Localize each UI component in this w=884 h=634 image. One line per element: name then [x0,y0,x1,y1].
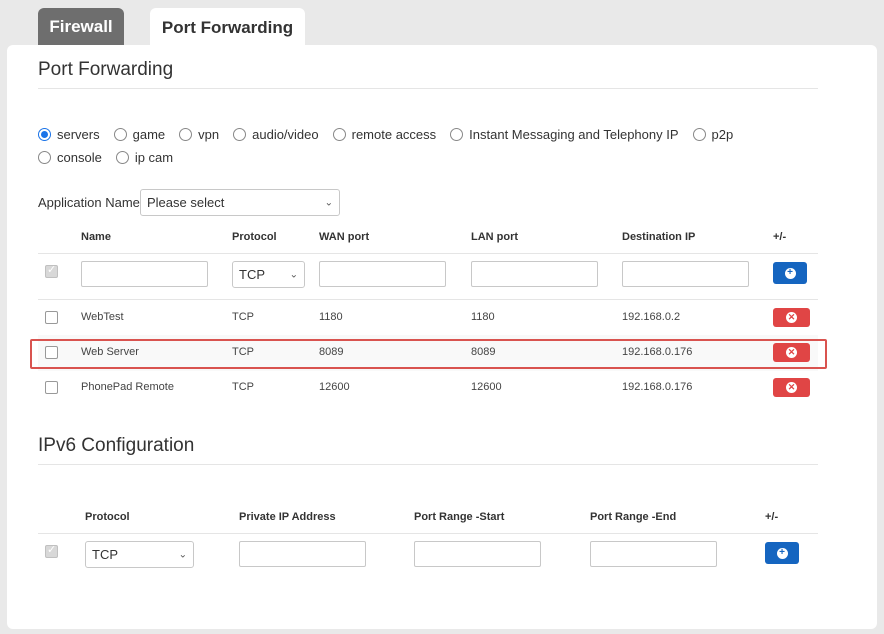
radio-console[interactable]: console [38,150,102,165]
radio-label: Instant Messaging and Telephony IP [469,127,679,142]
radio-label: vpn [198,127,220,142]
radio-indicator [115,151,129,164]
row-protocol: TCP [232,311,254,323]
select-value: TCP [239,267,265,282]
plus-circle-icon: + [784,267,796,279]
radio-p2p[interactable]: p2p [692,127,734,142]
radio-indicator [179,128,193,141]
delete-rule-button[interactable]: ✕ [773,378,810,397]
ipv6-col-header-add-remove: +/- [765,511,779,523]
ipv6-col-header-protocol: Protocol [85,511,130,523]
ipv6-private-ip-input[interactable] [239,541,366,567]
col-header-protocol: Protocol [232,231,277,243]
row-checkbox[interactable] [45,311,58,324]
x-circle-icon: ✕ [786,312,797,323]
radio-label: game [132,127,166,142]
tab-firewall[interactable]: Firewall [38,8,124,46]
col-header-name: Name [81,231,111,243]
radio-indicator [38,151,51,164]
radio-label: audio/video [252,127,319,142]
col-header-add-remove: +/- [773,231,787,243]
row-wan-port: 12600 [319,381,350,393]
select-value: Please select [147,195,225,210]
row-lan-port: 1180 [471,311,495,323]
application-name-select[interactable]: Please select ⌄ [140,189,340,216]
category-radio-row-2: console ip cam [38,150,187,165]
col-header-wan-port: WAN port [319,231,370,243]
radio-label: ip cam [134,150,174,165]
radio-indicator [692,128,706,141]
radio-label: servers [57,127,100,142]
new-name-input[interactable] [81,261,208,287]
radio-servers[interactable]: servers [38,127,100,142]
select-value: TCP [92,547,118,562]
new-destination-ip-input[interactable] [622,261,749,287]
col-header-destination-ip: Destination IP [622,231,696,243]
plus-circle-icon: + [776,547,788,559]
radio-label: p2p [711,127,734,142]
row-name: PhonePad Remote [81,381,174,393]
ipv6-col-header-port-end: Port Range -End [590,511,677,523]
ipv6-port-end-input[interactable] [590,541,717,567]
tab-port-forwarding[interactable]: Port Forwarding [150,8,305,48]
divider [38,253,818,254]
row-lan-port: 12600 [471,381,502,393]
delete-rule-button[interactable]: ✕ [773,308,810,327]
x-circle-icon: ✕ [786,382,797,393]
row-destination-ip: 192.168.0.176 [622,381,693,393]
ipv6-port-start-input[interactable] [414,541,541,567]
chevron-down-icon: ⌄ [324,197,333,208]
divider [38,464,818,465]
port-forwarding-title: Port Forwarding [38,59,174,80]
divider [38,533,818,534]
radio-indicator [113,128,127,141]
ipv6-title: IPv6 Configuration [38,435,195,456]
row-name: WebTest [81,311,124,323]
new-protocol-select[interactable]: TCP ⌄ [232,261,305,288]
add-rule-button[interactable]: + [773,262,807,284]
radio-indicator [450,128,464,141]
ipv6-col-header-port-start: Port Range -Start [414,511,505,523]
application-name-label: Application Name [38,195,140,210]
table-row [38,300,818,335]
ipv6-add-button[interactable]: + [765,542,799,564]
radio-ip-cam[interactable]: ip cam [115,150,174,165]
radio-label: console [57,150,102,165]
chevron-down-icon: ⌄ [178,549,187,560]
row-protocol: TCP [232,381,254,393]
row-highlight-box [30,339,827,369]
content-panel: Port Forwarding servers game vpn audio/v… [7,45,877,629]
col-header-lan-port: LAN port [471,231,519,243]
chevron-down-icon: ⌄ [289,269,298,280]
row-wan-port: 1180 [319,311,343,323]
new-wan-port-input[interactable] [319,261,446,287]
new-row-checkbox[interactable] [45,263,58,278]
radio-label: remote access [351,127,437,142]
ipv6-new-row-checkbox[interactable] [45,543,58,558]
radio-remote-access[interactable]: remote access [332,127,437,142]
radio-vpn[interactable]: vpn [179,127,219,142]
category-radio-row-1: servers game vpn audio/video remote acce… [38,127,747,142]
radio-indicator [233,128,247,141]
radio-indicator [332,128,346,141]
ipv6-protocol-select[interactable]: TCP ⌄ [85,541,194,568]
ipv6-col-header-private-ip: Private IP Address [239,511,336,523]
new-lan-port-input[interactable] [471,261,598,287]
row-destination-ip: 192.168.0.2 [622,311,681,323]
divider [38,88,818,89]
radio-instant-messaging[interactable]: Instant Messaging and Telephony IP [450,127,679,142]
radio-game[interactable]: game [113,127,166,142]
row-checkbox[interactable] [45,381,58,394]
radio-audio-video[interactable]: audio/video [233,127,319,142]
radio-indicator [38,128,51,141]
